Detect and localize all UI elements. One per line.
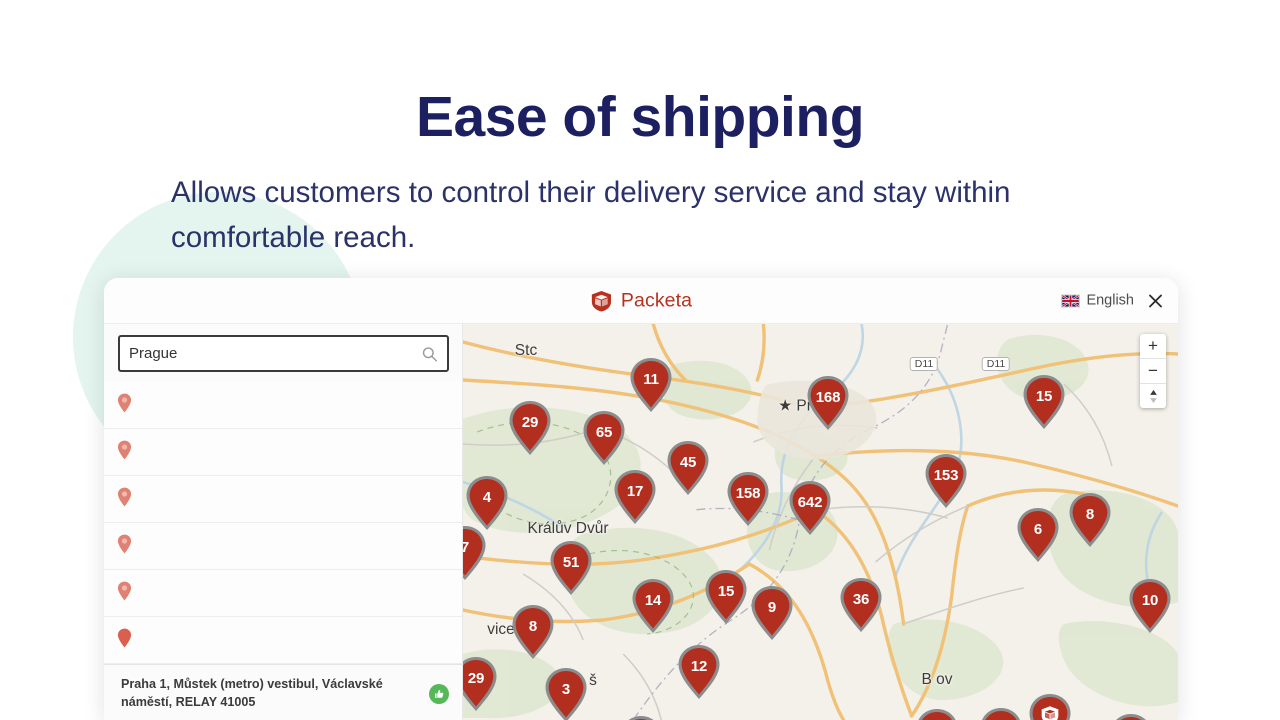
compass-tilt-button[interactable] — [1140, 384, 1166, 408]
map-pin-outline-icon — [117, 440, 132, 460]
packeta-box-icon — [1041, 706, 1059, 720]
map-pin-outline-icon — [117, 534, 132, 554]
map-pin-filled-icon — [117, 628, 132, 648]
search-result-item[interactable] — [104, 476, 462, 523]
map-marker-cluster[interactable]: 7 — [463, 524, 488, 582]
search-icon[interactable] — [421, 345, 438, 362]
marker-shape — [705, 570, 747, 624]
map-pin-outline-icon — [117, 487, 132, 507]
search-result-item[interactable] — [104, 382, 462, 429]
page-title: Ease of shipping — [415, 85, 865, 149]
map-marker-cluster[interactable]: 51 — [548, 539, 594, 597]
marker-shape — [583, 411, 625, 465]
map-marker-cluster[interactable]: 15 — [1021, 373, 1067, 431]
marker-shape — [509, 401, 551, 455]
marker-shape — [545, 668, 587, 720]
zoom-out-button[interactable]: − — [1140, 359, 1166, 384]
map-marker-cluster[interactable]: 3 — [978, 706, 1024, 720]
map-marker-cluster[interactable]: 158 — [725, 470, 771, 528]
map-marker-cluster[interactable]: 153 — [923, 452, 969, 510]
map-marker-cluster[interactable]: 6 — [1015, 506, 1061, 564]
map-marker-cluster[interactable]: 8 — [510, 603, 556, 661]
page-root: Ease of shipping Allows customers to con… — [0, 0, 1280, 720]
marker-shape — [678, 645, 720, 699]
map-marker-cluster[interactable]: 4 — [1108, 712, 1154, 720]
marker-shape — [1116, 714, 1146, 720]
header-actions: English — [1061, 292, 1164, 309]
marker-shape — [667, 441, 709, 495]
packeta-box-icon — [591, 290, 611, 312]
pickup-point-address: Praha 1, Můstek (metro) vestibul, Václav… — [121, 677, 383, 710]
map-marker-cluster[interactable]: 9 — [749, 584, 795, 642]
map-marker-packeta-point[interactable] — [1027, 692, 1073, 720]
close-icon[interactable] — [1147, 292, 1164, 309]
map-marker-cluster[interactable]: 168 — [805, 374, 851, 432]
marker-shape — [1069, 493, 1111, 547]
map-marker-cluster[interactable]: 65 — [581, 409, 627, 467]
map-marker-cluster[interactable]: 3 — [543, 666, 589, 720]
brand-name: Packeta — [620, 289, 693, 311]
search-box[interactable] — [118, 335, 449, 372]
marker-shape — [1017, 508, 1059, 562]
marker-shape — [463, 657, 497, 711]
map-marker-cluster[interactable]: 29 — [507, 399, 553, 457]
marker-shape — [925, 454, 967, 508]
language-selector[interactable]: English — [1061, 293, 1134, 309]
map-marker-cluster[interactable]: 10 — [1127, 577, 1173, 635]
map-marker-cluster[interactable]: 26 — [914, 707, 960, 720]
map-marker-cluster[interactable]: 36 — [838, 576, 884, 634]
search-result-item[interactable] — [104, 617, 462, 664]
marker-shape — [550, 541, 592, 595]
language-label: English — [1086, 292, 1134, 309]
map-marker-cluster[interactable]: 29 — [463, 655, 499, 713]
marker-shape — [918, 709, 956, 720]
search-input[interactable] — [120, 337, 447, 370]
uk-flag-icon — [1061, 294, 1081, 307]
hero-section: Ease of shipping Allows customers to con… — [0, 0, 1280, 261]
map-marker-cluster[interactable]: 12 — [676, 643, 722, 701]
map-pin-outline-icon — [117, 581, 132, 601]
search-result-item[interactable] — [104, 523, 462, 570]
map-marker-cluster[interactable]: 15 — [703, 568, 749, 626]
marker-shape — [463, 526, 486, 580]
selected-pickup-point[interactable]: Praha 1, Můstek (metro) vestibul, Václav… — [104, 664, 462, 720]
map-marker-cluster[interactable]: 12 — [618, 714, 664, 720]
thumbs-up-icon — [429, 684, 449, 705]
map-marker-cluster[interactable]: 17 — [612, 468, 658, 526]
search-result-item[interactable] — [104, 429, 462, 476]
page-subtitle: Allows customers to control their delive… — [171, 175, 1011, 255]
marker-shape — [751, 586, 793, 640]
map-marker-cluster[interactable]: 45 — [665, 439, 711, 497]
marker-shape — [807, 376, 849, 430]
map-controls[interactable]: + − — [1140, 334, 1166, 408]
map-marker-cluster[interactable]: 11 — [628, 356, 674, 414]
brand-logo: Packeta — [590, 289, 692, 312]
packeta-widget-card: Packeta English Prague Praha 1, Můstek (… — [104, 278, 1178, 720]
map-marker-cluster[interactable]: 8 — [1067, 491, 1113, 549]
search-panel: Praha 1, Můstek (metro) vestibul, Václav… — [104, 324, 463, 720]
marker-shape — [1129, 579, 1171, 633]
search-container — [104, 324, 462, 382]
marker-shape — [727, 472, 769, 526]
marker-shape — [630, 358, 672, 412]
marker-shape — [512, 605, 554, 659]
widget-header: Packeta English — [104, 278, 1178, 324]
marker-shape — [628, 716, 654, 720]
marker-shape — [1023, 375, 1065, 429]
widget-body: Praha 1, Můstek (metro) vestibul, Václav… — [104, 324, 1178, 720]
zoom-in-button[interactable]: + — [1140, 334, 1166, 359]
thumbs-up-glyph — [435, 690, 444, 699]
marker-shape — [840, 578, 882, 632]
search-results-list[interactable] — [104, 382, 462, 665]
marker-shape — [789, 481, 831, 535]
marker-shape — [982, 708, 1020, 720]
marker-shape — [632, 579, 674, 633]
map-view[interactable]: Stc ★ Praha Králův Dvůr vice B ov š D11 D11 29… — [463, 324, 1178, 720]
map-pin-outline-icon — [117, 393, 132, 413]
search-result-item[interactable] — [104, 570, 462, 617]
marker-shape — [614, 470, 656, 524]
map-marker-cluster[interactable]: 14 — [630, 577, 676, 635]
map-marker-cluster[interactable]: 642 — [787, 479, 833, 537]
compass-tilt-icon — [1149, 389, 1157, 403]
